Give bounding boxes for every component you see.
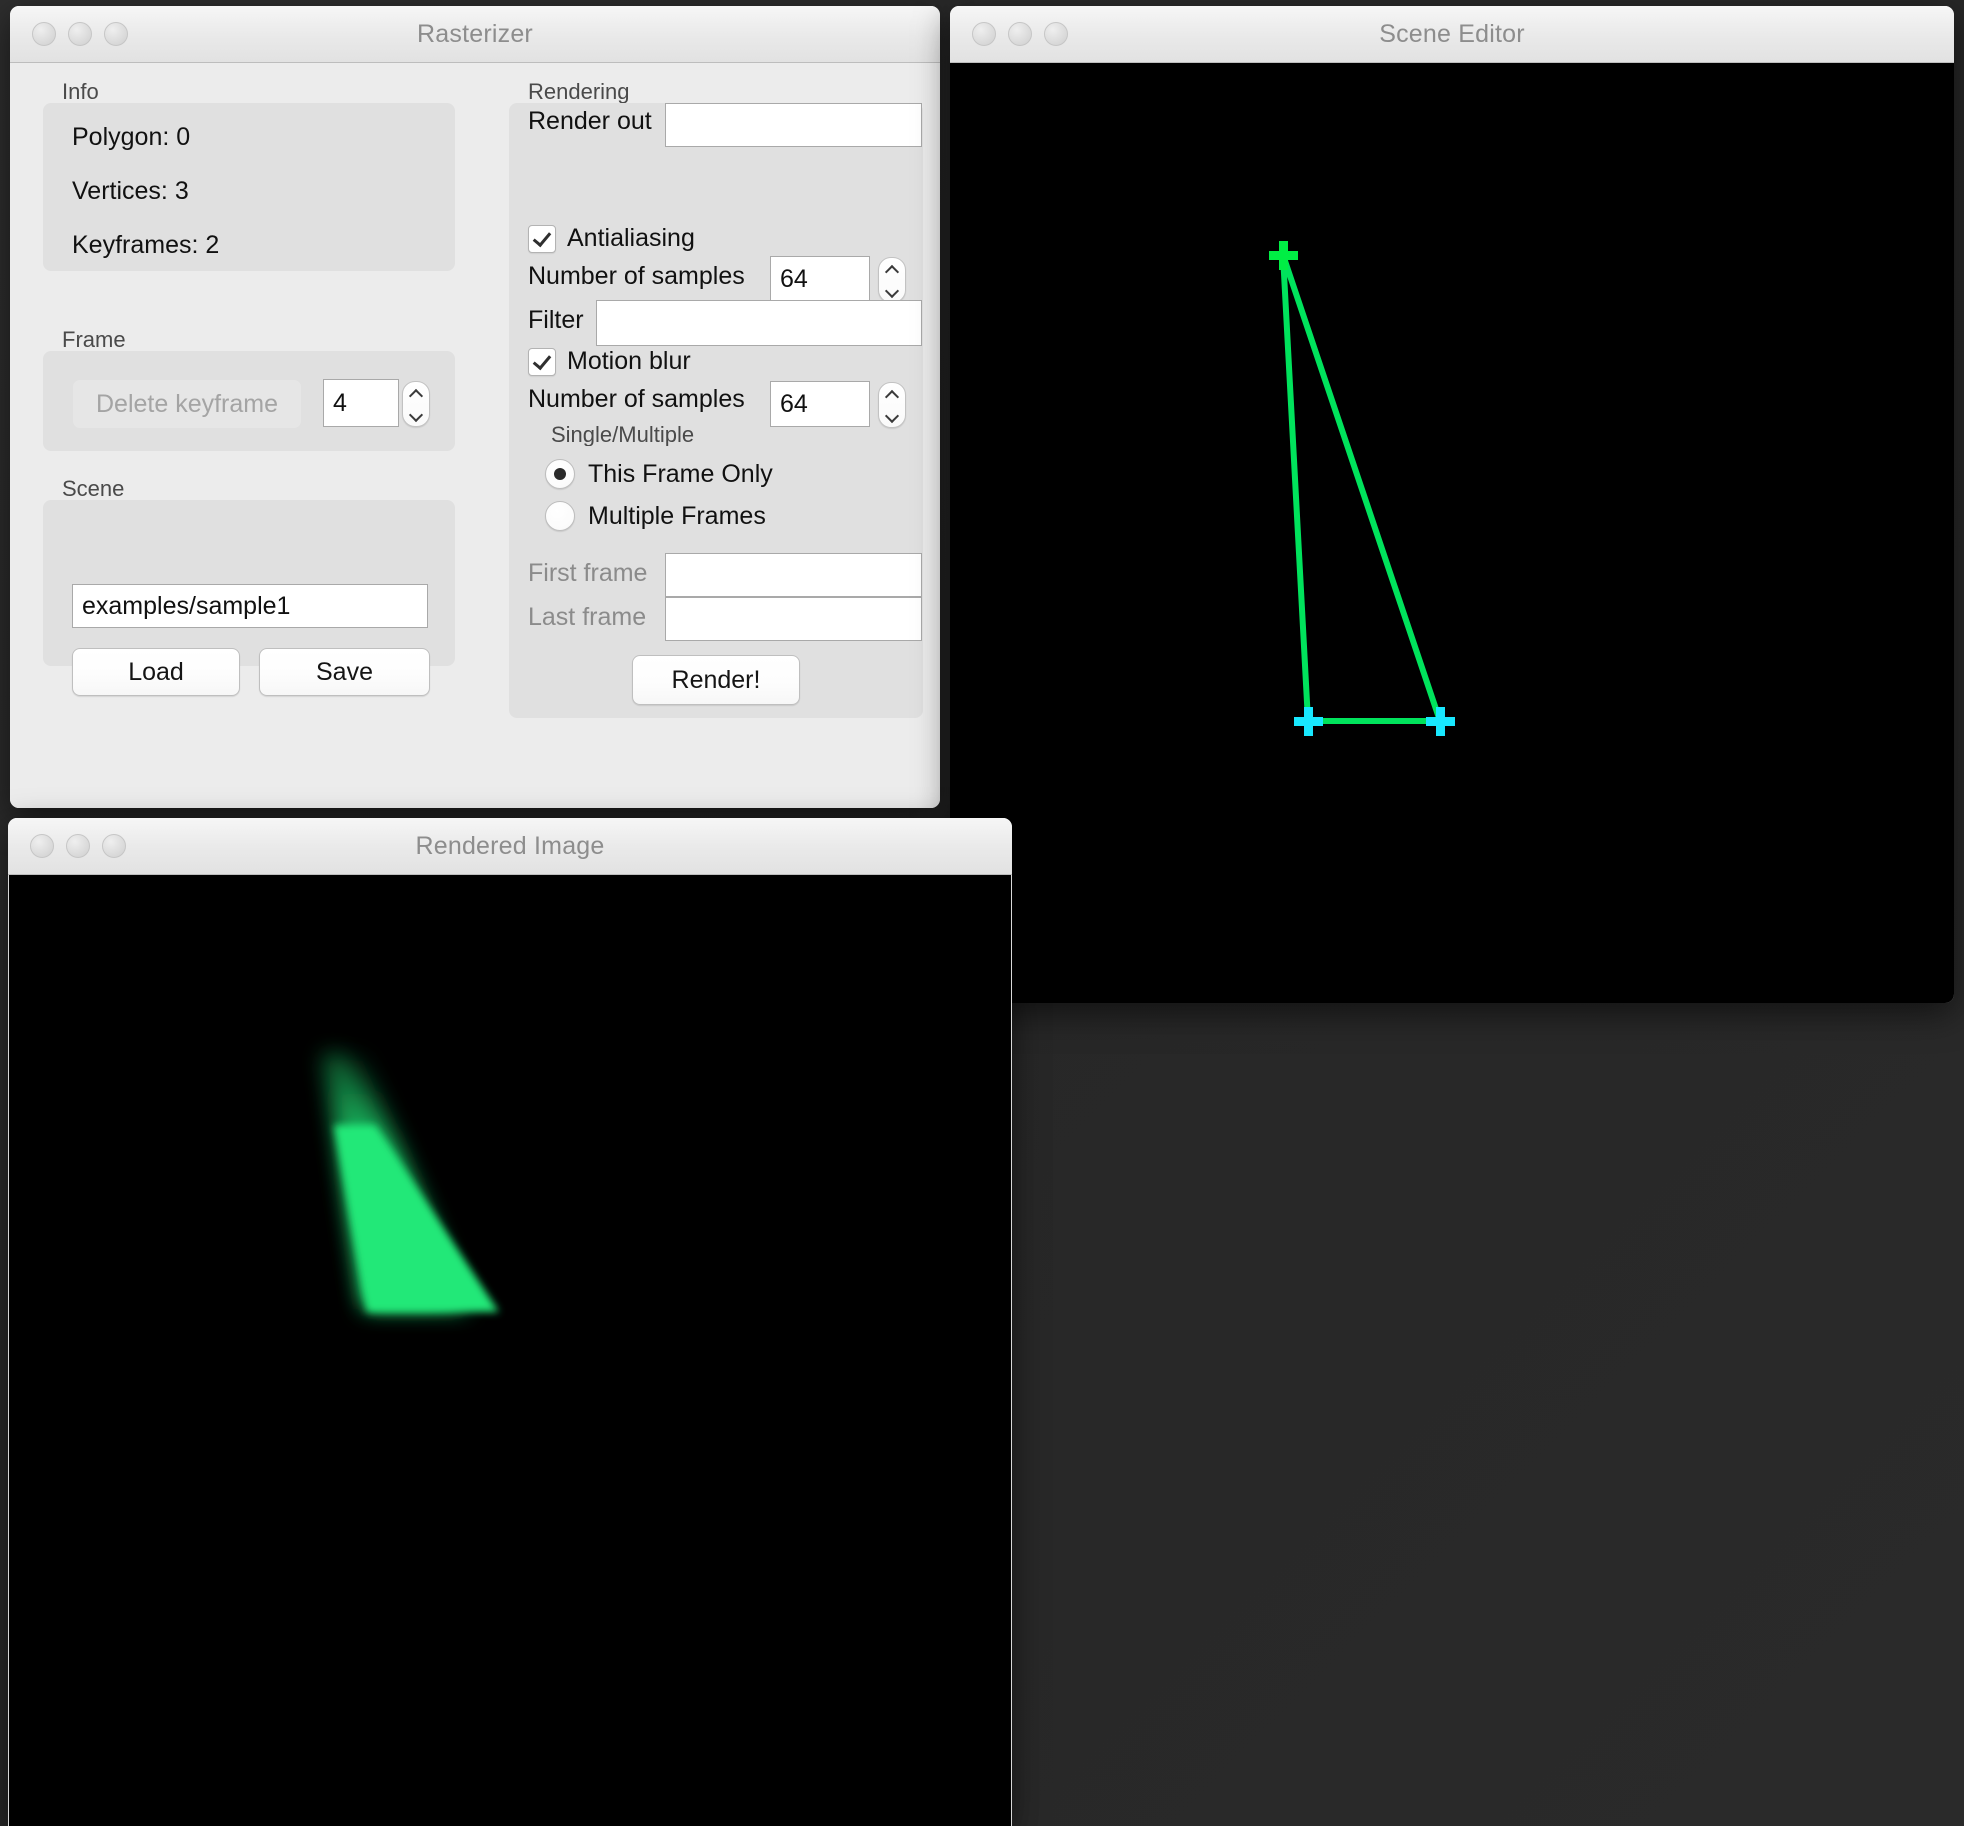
aa-samples-label: Number of samples — [528, 262, 745, 290]
radio-this-frame-only-label: This Frame Only — [588, 459, 773, 488]
scene-group-label: Scene — [62, 476, 125, 501]
rendered-image-svg — [321, 1053, 499, 1312]
mb-samples-label: Number of samples — [528, 385, 745, 413]
chevron-down-icon[interactable] — [886, 288, 899, 295]
chevron-down-icon[interactable] — [410, 412, 423, 419]
vertex-marker-2[interactable] — [1426, 707, 1455, 736]
last-frame-input[interactable] — [665, 597, 922, 641]
rendered-image-window-title: Rendered Image — [415, 831, 605, 860]
rasterizer-window-controls[interactable] — [32, 22, 128, 46]
frame-number-stepper[interactable] — [402, 381, 430, 427]
rasterizer-body: Info Polygon: 0 Vertices: 3 Keyframes: 2… — [10, 63, 940, 808]
radio-this-frame-only-row[interactable]: This Frame Only — [545, 459, 773, 489]
chevron-down-icon[interactable] — [886, 413, 899, 420]
frame-number-input[interactable]: 4 — [323, 379, 399, 427]
radio-multiple-frames-row[interactable]: Multiple Frames — [545, 501, 766, 531]
filter-label: Filter — [528, 306, 584, 334]
last-frame-label: Last frame — [528, 603, 647, 631]
load-button[interactable]: Load — [72, 648, 240, 696]
scene-polygon[interactable] — [1280, 254, 1445, 724]
info-polygon-count: Polygon: 0 — [72, 123, 191, 151]
antialiasing-checkbox[interactable] — [528, 224, 556, 253]
radio-this-frame-only[interactable] — [545, 459, 575, 489]
info-vertices-count: Vertices: 3 — [72, 177, 189, 205]
window-scene-editor[interactable]: Scene Editor — [950, 6, 1954, 1003]
mb-samples-stepper[interactable] — [878, 382, 906, 428]
filter-input[interactable] — [596, 300, 922, 346]
aa-samples-stepper[interactable] — [878, 257, 906, 303]
mb-samples-input[interactable]: 64 — [770, 381, 870, 427]
maximize-icon[interactable] — [102, 834, 126, 858]
antialiasing-label: Antialiasing — [567, 224, 695, 252]
vertex-marker-0[interactable] — [1269, 241, 1298, 270]
render-out-input[interactable] — [665, 103, 922, 147]
rendered-image-window-controls[interactable] — [30, 834, 126, 858]
scene-editor-titlebar[interactable]: Scene Editor — [950, 6, 1954, 63]
radio-multiple-frames-label: Multiple Frames — [588, 501, 766, 530]
desktop: Rasterizer Info Polygon: 0 Vertices: 3 K… — [0, 0, 1964, 1826]
maximize-icon[interactable] — [1044, 22, 1068, 46]
rendering-group-label: Rendering — [528, 79, 630, 104]
close-icon[interactable] — [30, 834, 54, 858]
scene-editor-polygon-svg[interactable] — [950, 63, 1954, 1003]
antialiasing-checkbox-row[interactable]: Antialiasing — [528, 224, 695, 253]
radio-multiple-frames[interactable] — [545, 501, 575, 531]
minimize-icon[interactable] — [66, 834, 90, 858]
rasterizer-window-title: Rasterizer — [417, 19, 533, 48]
scene-editor-canvas[interactable] — [950, 63, 1954, 1003]
scene-path-input[interactable]: examples/sample1 — [72, 584, 428, 628]
render-button[interactable]: Render! — [632, 655, 800, 705]
window-rasterizer[interactable]: Rasterizer Info Polygon: 0 Vertices: 3 K… — [10, 6, 940, 808]
motion-blur-checkbox-row[interactable]: Motion blur — [528, 347, 691, 376]
maximize-icon[interactable] — [104, 22, 128, 46]
chevron-up-icon[interactable] — [886, 391, 899, 398]
aa-samples-input[interactable]: 64 — [770, 256, 870, 302]
render-out-label: Render out — [528, 107, 652, 135]
minimize-icon[interactable] — [68, 22, 92, 46]
delete-keyframe-button[interactable]: Delete keyframe — [72, 379, 302, 429]
scene-editor-window-title: Scene Editor — [1379, 19, 1525, 48]
first-frame-label: First frame — [528, 559, 648, 587]
chevron-up-icon[interactable] — [886, 266, 899, 273]
scene-groupbox — [43, 500, 455, 666]
rendered-image-canvas — [8, 875, 1012, 1826]
first-frame-input[interactable] — [665, 553, 922, 597]
motion-blur-checkbox[interactable] — [528, 347, 556, 376]
info-keyframes-count: Keyframes: 2 — [72, 231, 220, 259]
rendered-image-titlebar[interactable]: Rendered Image — [8, 818, 1012, 875]
motion-blur-label: Motion blur — [567, 347, 691, 375]
vertex-marker-1[interactable] — [1294, 707, 1323, 736]
chevron-up-icon[interactable] — [410, 390, 423, 397]
info-group-label: Info — [62, 79, 99, 104]
single-multiple-group-label: Single/Multiple — [551, 422, 695, 447]
scene-editor-window-controls[interactable] — [972, 22, 1068, 46]
rasterizer-titlebar[interactable]: Rasterizer — [10, 6, 940, 63]
minimize-icon[interactable] — [1008, 22, 1032, 46]
close-icon[interactable] — [972, 22, 996, 46]
window-rendered-image[interactable]: Rendered Image — [8, 818, 1012, 1826]
frame-group-label: Frame — [62, 327, 126, 352]
save-button[interactable]: Save — [259, 648, 430, 696]
close-icon[interactable] — [32, 22, 56, 46]
